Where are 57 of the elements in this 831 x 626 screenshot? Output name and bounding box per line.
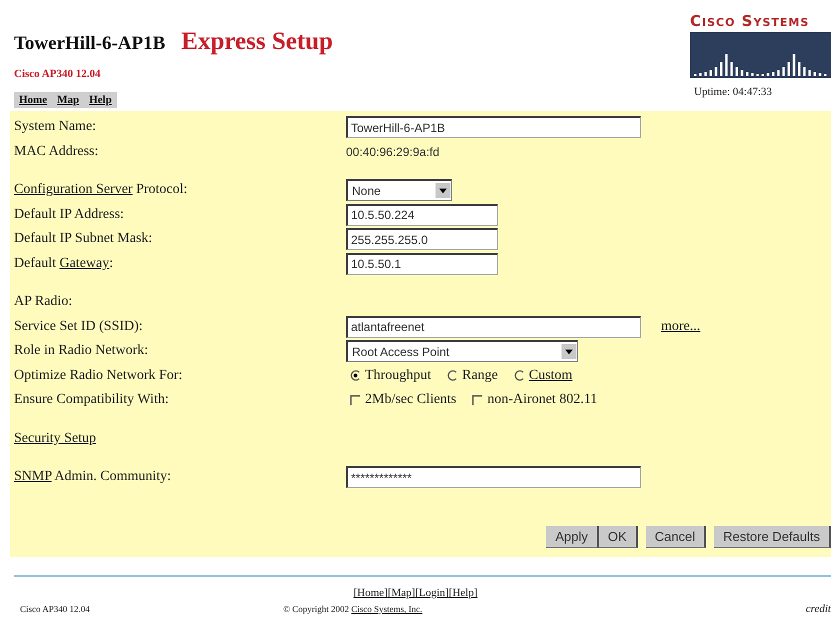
footer-model: Cisco AP340 12.04 xyxy=(20,604,90,614)
radio-button[interactable] xyxy=(514,370,525,382)
label-link[interactable]: Configuration Server xyxy=(14,182,133,198)
section-link[interactable]: Security Setup xyxy=(14,430,96,446)
label-link[interactable]: Gateway xyxy=(59,256,110,271)
field-label: Default IP Subnet Mask: xyxy=(14,231,154,248)
text-field[interactable]: atlantafreenet xyxy=(346,316,641,338)
uptime-text: Uptime: 04:47:33 xyxy=(693,86,773,98)
text-field[interactable]: ************* xyxy=(346,466,641,488)
form-button[interactable]: Apply xyxy=(546,526,599,548)
field-label: AP Radio: xyxy=(14,294,74,310)
field-label: System Name: xyxy=(14,119,98,136)
page-title: Express Setup xyxy=(181,28,333,56)
field-label: Role in Radio Network: xyxy=(14,343,150,360)
form-button[interactable]: OK xyxy=(598,526,638,548)
form-button[interactable]: Restore Defaults xyxy=(714,526,831,548)
checkbox[interactable] xyxy=(350,394,361,406)
footer-link[interactable]: [Help] xyxy=(448,587,478,599)
radio-button[interactable] xyxy=(350,370,361,382)
footer-link[interactable]: [Map] xyxy=(388,587,416,599)
mac-address-value: 00:40:96:29:9a:fd xyxy=(346,144,440,159)
option-label: Throughput xyxy=(365,368,432,384)
field-label: SNMP Admin. Community: xyxy=(14,469,172,486)
text-field[interactable]: TowerHill-6-AP1B xyxy=(346,116,641,138)
checkbox[interactable] xyxy=(472,394,484,406)
bridge-bars-icon xyxy=(690,32,831,78)
field-label: Default IP Address: xyxy=(14,206,125,223)
option-label: non-Aironet 802.11 xyxy=(487,392,598,408)
logo-text: Cisco Systems xyxy=(690,12,810,30)
company-link[interactable]: Cisco Systems, Inc. xyxy=(351,604,422,614)
text-field[interactable]: 10.5.50.224 xyxy=(346,204,498,226)
option-label: Range xyxy=(462,368,498,384)
field-label: Ensure Compatibility With: xyxy=(14,392,170,408)
option-link[interactable]: Custom xyxy=(528,368,572,384)
dropdown[interactable]: Root Access Point xyxy=(346,340,578,362)
model-version: Cisco AP340 12.04 xyxy=(14,68,102,80)
nav-link[interactable]: Map xyxy=(52,92,84,108)
text-field[interactable]: 10.5.50.1 xyxy=(346,252,498,275)
nav-link[interactable]: Help xyxy=(84,92,117,108)
radio-button[interactable] xyxy=(447,370,458,382)
device-name: TowerHill-6-AP1B xyxy=(14,33,166,55)
footer-link[interactable]: [Login] xyxy=(415,587,449,599)
field-label: Optimize Radio Network For: xyxy=(14,368,184,384)
label-link[interactable]: SNMP xyxy=(14,469,52,484)
field-label: Default Gateway: xyxy=(14,256,114,272)
copyright-text: © Copyright 2002 Cisco Systems, Inc. xyxy=(283,604,422,614)
field-label: Configuration Server Protocol: xyxy=(14,182,188,198)
nav-link[interactable]: Home xyxy=(14,92,52,108)
more-link[interactable]: more... xyxy=(661,318,700,335)
option-label: 2Mb/sec Clients xyxy=(365,392,456,408)
credit-text: credit xyxy=(806,603,831,615)
form-button[interactable]: Cancel xyxy=(646,526,706,548)
footer-link[interactable]: [Home] xyxy=(353,587,388,599)
text-field[interactable]: 255.255.255.0 xyxy=(346,228,498,250)
field-label: MAC Address: xyxy=(14,144,100,160)
field-label: Service Set ID (SSID): xyxy=(14,318,144,335)
dropdown[interactable]: None xyxy=(346,179,452,202)
